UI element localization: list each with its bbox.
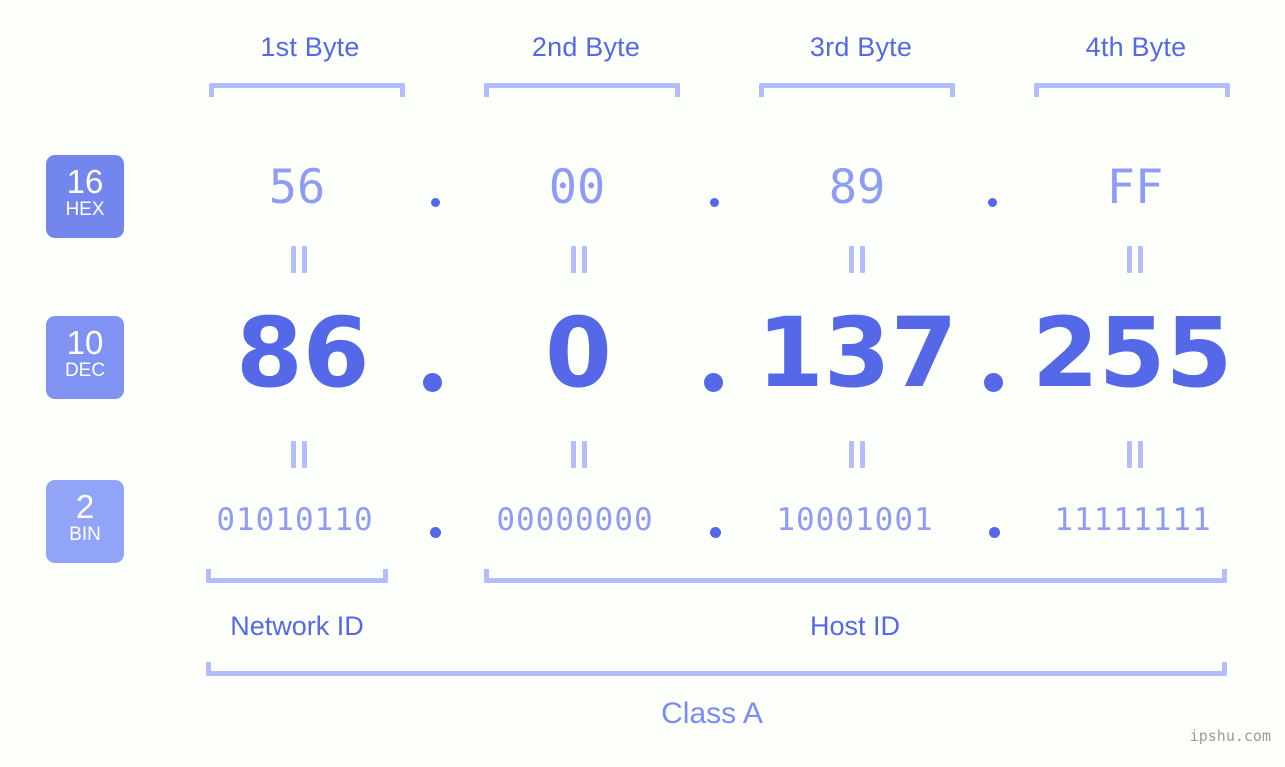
hex-separator-3 — [988, 198, 997, 207]
equality-mark-hex-dec-4 — [1127, 246, 1144, 273]
hex-separator-2 — [710, 198, 719, 207]
dec-value-4: 255 — [1032, 297, 1233, 409]
hex-value-3: 89 — [828, 160, 886, 215]
hex-separator-1 — [431, 198, 440, 207]
base-badge-hex: 16 HEX — [46, 155, 124, 238]
byte-bracket-3 — [759, 83, 955, 97]
byte-header-3: 3rd Byte — [809, 32, 913, 62]
base-badge-hex-number: 16 — [66, 163, 104, 200]
network-id-bracket — [206, 569, 388, 583]
site-watermark: ipshu.com — [1189, 727, 1271, 745]
class-label: Class A — [661, 697, 763, 730]
host-id-label: Host ID — [809, 611, 901, 641]
dec-separator-2 — [704, 373, 723, 392]
hex-value-1: 56 — [268, 160, 326, 215]
bin-value-4: 11111111 — [1054, 502, 1212, 538]
byte-bracket-1 — [209, 83, 405, 97]
bin-value-1: 01010110 — [216, 502, 374, 538]
base-badge-dec-abbr: DEC — [64, 360, 106, 381]
byte-header-4: 4th Byte — [1085, 32, 1187, 62]
base-badge-bin: 2 BIN — [46, 480, 124, 563]
ip-address-diagram: 1st Byte 2nd Byte 3rd Byte 4th Byte 16 H… — [0, 0, 1285, 767]
byte-header-2: 2nd Byte — [531, 32, 641, 62]
byte-bracket-4 — [1034, 83, 1230, 97]
equality-mark-dec-bin-2 — [571, 441, 588, 468]
base-badge-hex-abbr: HEX — [65, 199, 105, 220]
dec-separator-1 — [423, 373, 442, 392]
dec-value-2: 0 — [545, 297, 612, 409]
bin-value-3: 10001001 — [776, 502, 934, 538]
hex-value-4: FF — [1106, 160, 1164, 215]
hex-value-2: 00 — [548, 160, 606, 215]
base-badge-dec-number: 10 — [66, 324, 104, 361]
equality-mark-hex-dec-1 — [291, 246, 308, 273]
base-badge-dec: 10 DEC — [46, 316, 124, 399]
equality-mark-hex-dec-2 — [571, 246, 588, 273]
bin-value-2: 00000000 — [496, 502, 654, 538]
class-bracket — [206, 662, 1227, 676]
equality-mark-dec-bin-1 — [291, 441, 308, 468]
dec-value-1: 86 — [236, 297, 370, 409]
dec-separator-3 — [984, 373, 1003, 392]
byte-bracket-2 — [484, 83, 680, 97]
equality-mark-dec-bin-4 — [1127, 441, 1144, 468]
base-badge-bin-abbr: BIN — [69, 524, 101, 545]
equality-mark-hex-dec-3 — [849, 246, 866, 273]
byte-header-1: 1st Byte — [260, 32, 360, 62]
equality-mark-dec-bin-3 — [849, 441, 866, 468]
dec-value-3: 137 — [757, 297, 958, 409]
host-id-bracket — [484, 569, 1227, 583]
base-badge-bin-number: 2 — [75, 488, 95, 525]
network-id-label: Network ID — [230, 611, 364, 641]
